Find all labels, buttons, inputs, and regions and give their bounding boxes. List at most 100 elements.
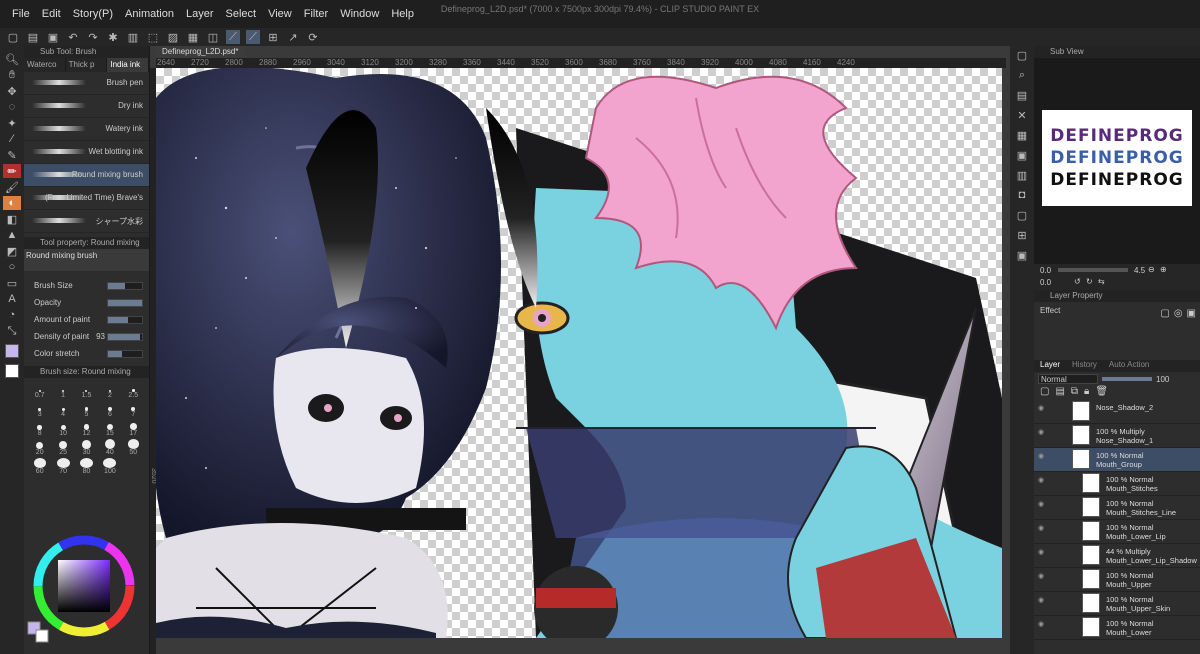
zoom-tool-icon[interactable]: 🔍︎	[3, 52, 21, 66]
frame-tool-icon[interactable]: ▭	[3, 276, 21, 290]
layer-row[interactable]: ◉ 100 % Normal Mouth_Upper_Skin	[1034, 592, 1200, 616]
close-icon[interactable]: ✕	[1013, 108, 1031, 122]
sub-color-swatch[interactable]	[5, 364, 19, 378]
brush-item[interactable]: Dry ink	[24, 95, 149, 118]
redo-icon[interactable]: ↷	[86, 30, 100, 44]
visibility-eye-icon[interactable]: ◉	[1038, 452, 1046, 460]
zoom-slider[interactable]	[1058, 268, 1128, 272]
delete-layer-icon[interactable]: 🗑︎	[1095, 386, 1108, 400]
snap-ruler-icon[interactable]: ⟋	[226, 30, 240, 44]
open-folder-icon[interactable]: ▤	[26, 30, 40, 44]
rotate-right-icon[interactable]: ↻	[1086, 277, 1093, 286]
document-tab[interactable]: Defineprog_L2D.psd*	[156, 46, 245, 58]
property-slider[interactable]	[107, 349, 143, 358]
new-file-icon[interactable]: ▢	[6, 30, 20, 44]
selection-icon[interactable]: ▦	[186, 30, 200, 44]
menu-help[interactable]: Help	[385, 8, 420, 20]
material-icon[interactable]: ▤	[1013, 88, 1031, 102]
pen-tool-icon[interactable]: ✎	[3, 148, 21, 162]
brush-item[interactable]: Brush pen	[24, 72, 149, 95]
brush-size-option[interactable]: 30	[75, 439, 98, 456]
brush-size-option[interactable]: 80	[75, 458, 98, 475]
brush-size-option[interactable]: 4	[51, 401, 74, 418]
brush-size-option[interactable]: 60	[28, 458, 51, 475]
hand-tool-icon[interactable]: ✋︎	[3, 68, 21, 82]
fill-icon[interactable]: ▥	[126, 30, 140, 44]
brush-size-option[interactable]: 15	[98, 420, 121, 437]
blend-tool-icon[interactable]: ◐	[3, 196, 21, 210]
brush-size-option[interactable]: 17	[122, 420, 145, 437]
brush-size-option[interactable]: 12	[75, 420, 98, 437]
tab-layer[interactable]: Layer	[1034, 360, 1066, 372]
effect-color-icon[interactable]: ▣	[1187, 308, 1196, 319]
menu-select[interactable]: Select	[220, 8, 263, 20]
brush-size-option[interactable]: 7	[122, 401, 145, 418]
main-color-swatch[interactable]	[5, 344, 19, 358]
lasso-tool-icon[interactable]: ◌	[3, 100, 21, 114]
brush-size-option[interactable]: 50	[122, 439, 145, 456]
transform-icon[interactable]: ⬚	[146, 30, 160, 44]
camera-icon[interactable]: ◘	[1013, 188, 1031, 202]
rotate-left-icon[interactable]: ↺	[1074, 277, 1081, 286]
tab-history[interactable]: History	[1066, 360, 1103, 372]
brush-item[interactable]: (Free Limited Time) Brave's	[24, 187, 149, 210]
brush-size-option[interactable]: 2	[98, 382, 121, 399]
tab-watercolor[interactable]: Waterco	[24, 58, 66, 72]
property-slider[interactable]	[107, 281, 143, 290]
property-slider[interactable]	[107, 315, 143, 324]
zoom-in-icon[interactable]: ⊕	[1160, 265, 1167, 274]
menu-edit[interactable]: Edit	[36, 8, 67, 20]
balloon-tool-icon[interactable]: ◔	[3, 308, 21, 322]
brush-size-option[interactable]: 8	[28, 420, 51, 437]
brush-size-option[interactable]: 100	[98, 458, 121, 475]
text-tool-icon[interactable]: A	[3, 292, 21, 306]
brush-size-option[interactable]: 2.5	[122, 382, 145, 399]
pencil-tool-icon[interactable]: ✏	[3, 164, 21, 178]
brush-item[interactable]: Round mixing brush	[24, 164, 149, 187]
brush-size-option[interactable]: 70	[51, 458, 74, 475]
layer-icon[interactable]: ▦	[1013, 128, 1031, 142]
zoom-out-icon[interactable]: ⊖	[1148, 265, 1155, 274]
visibility-eye-icon[interactable]: ◉	[1038, 572, 1046, 580]
visibility-eye-icon[interactable]: ◉	[1038, 500, 1046, 508]
new-folder-icon[interactable]: ▤	[1055, 386, 1064, 400]
tab-auto-action[interactable]: Auto Action	[1103, 360, 1155, 372]
search-icon[interactable]: ⌕	[1013, 68, 1031, 82]
layer-row[interactable]: ◉ 100 % Normal Mouth_Lower_Lip	[1034, 520, 1200, 544]
brush-size-option[interactable]: 5	[75, 401, 98, 418]
blend-mode-select[interactable]: Normal	[1038, 374, 1098, 384]
visibility-eye-icon[interactable]: ◉	[1038, 404, 1046, 412]
layer-row[interactable]: ◉ 100 % Normal Mouth_Lower	[1034, 616, 1200, 640]
brush-size-option[interactable]: 3	[28, 401, 51, 418]
figure-tool-icon[interactable]: ○	[3, 260, 21, 274]
deselect-icon[interactable]: ▨	[166, 30, 180, 44]
lock-icon[interactable]: 🔒︎	[1084, 386, 1089, 400]
brush-item[interactable]: Watery ink	[24, 118, 149, 141]
menu-animation[interactable]: Animation	[119, 8, 180, 20]
clear-icon[interactable]: ✱	[106, 30, 120, 44]
snap-icon[interactable]: ↗	[286, 30, 300, 44]
eyedropper-tool-icon[interactable]: ⁄	[3, 132, 21, 146]
save-icon[interactable]: ▣	[46, 30, 60, 44]
effect-tone-icon[interactable]: ◎	[1174, 308, 1183, 319]
invert-icon[interactable]: ◫	[206, 30, 220, 44]
brush-size-option[interactable]: 1	[51, 382, 74, 399]
gradient-tool-icon[interactable]: ◩	[3, 244, 21, 258]
menu-filter[interactable]: Filter	[298, 8, 334, 20]
layer-row[interactable]: ◉ 100 % Normal Mouth_Upper	[1034, 568, 1200, 592]
frame-icon[interactable]: ▢	[1013, 208, 1031, 222]
menu-view[interactable]: View	[262, 8, 298, 20]
brush-tool-icon[interactable]: 🖌︎	[3, 180, 21, 194]
brush-item[interactable]: Wet blotting ink	[24, 141, 149, 164]
layer-row[interactable]: ◉ 100 % Multiply Nose_Shadow_1	[1034, 424, 1200, 448]
image-icon[interactable]: ▣	[1013, 148, 1031, 162]
brush-size-option[interactable]: 20	[28, 439, 51, 456]
layer-row[interactable]: ◉ 100 % Normal Mouth_Group	[1034, 448, 1200, 472]
brush-size-option[interactable]: 40	[98, 439, 121, 456]
wand-tool-icon[interactable]: ✦	[3, 116, 21, 130]
brush-size-option[interactable]: 25	[51, 439, 74, 456]
visibility-eye-icon[interactable]: ◉	[1038, 476, 1046, 484]
sync-icon[interactable]: ⟳	[306, 30, 320, 44]
undo-icon[interactable]: ↶	[66, 30, 80, 44]
brush-size-option[interactable]: 1.5	[75, 382, 98, 399]
